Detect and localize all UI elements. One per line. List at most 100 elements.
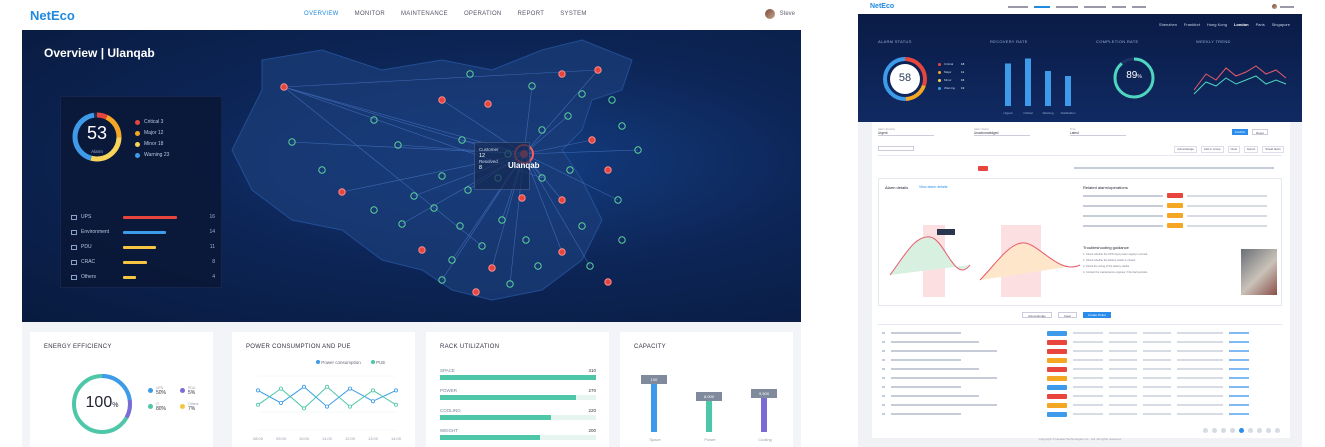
site-node-normal[interactable]	[618, 122, 626, 130]
filter-field[interactable]: Alarm Severity Urgent	[878, 128, 934, 142]
table-row[interactable]	[878, 375, 1282, 381]
site-node-alarm[interactable]	[558, 70, 566, 78]
table-row[interactable]	[878, 348, 1282, 354]
search-input[interactable]	[878, 146, 914, 151]
create-ticket-button[interactable]: Create Ticket	[1083, 312, 1111, 318]
page-button[interactable]	[1266, 428, 1271, 433]
capacity-column[interactable]: 9,500 Cooling	[750, 362, 780, 444]
table-row[interactable]	[878, 339, 1282, 345]
category-row[interactable]: Others 4	[71, 273, 215, 281]
avatar[interactable]	[1272, 4, 1277, 9]
row-actions[interactable]	[1229, 386, 1249, 388]
app-logo[interactable]: NetEco	[870, 3, 894, 10]
capacity-column[interactable]: 100 Space	[640, 362, 670, 444]
site-node-normal[interactable]	[618, 236, 626, 244]
site-node-alarm[interactable]	[280, 83, 288, 91]
site-node-alarm[interactable]	[484, 100, 492, 108]
capacity-column[interactable]: 8,000 Power	[695, 362, 725, 444]
tab-frankfurt[interactable]: Frankfurt	[1184, 22, 1200, 27]
tab-singapore[interactable]: Singapore	[1272, 22, 1290, 27]
toolbar-button-add-to-group[interactable]: Add to Group	[1200, 146, 1224, 153]
toolbar-button-acknowledge[interactable]: Acknowledge	[1174, 146, 1197, 153]
tab-london[interactable]: London	[1234, 22, 1249, 27]
row-actions[interactable]	[1229, 341, 1249, 343]
filter-value[interactable]: Latest	[1070, 131, 1126, 136]
related-row[interactable]	[1083, 223, 1277, 228]
related-row[interactable]	[1083, 213, 1277, 218]
table-row[interactable]	[878, 411, 1282, 417]
nav-item-report[interactable]: REPORT	[518, 11, 545, 17]
site-node-alarm[interactable]	[558, 248, 566, 256]
category-row[interactable]: Environment 14	[71, 228, 215, 236]
site-node-alarm[interactable]	[588, 136, 596, 144]
nav-item[interactable]	[1056, 6, 1078, 8]
row-actions[interactable]	[1229, 332, 1249, 334]
table-row[interactable]	[878, 366, 1282, 372]
page-button[interactable]	[1257, 428, 1262, 433]
table-row[interactable]	[878, 164, 1282, 172]
row-actions[interactable]	[1229, 404, 1249, 406]
tab-shenzhen[interactable]: Shenzhen	[1159, 22, 1177, 27]
site-node-alarm[interactable]	[604, 278, 612, 286]
site-node-alarm[interactable]	[604, 166, 612, 174]
clear-button[interactable]: Clear	[1057, 312, 1078, 318]
view-details-link[interactable]: View alarm details	[919, 185, 947, 189]
nav-item[interactable]	[1008, 6, 1028, 8]
site-node-alarm[interactable]	[488, 264, 496, 272]
site-node-normal[interactable]	[608, 96, 616, 104]
toolbar-button-export[interactable]: Export	[1244, 146, 1259, 153]
filter-field[interactable]: Alarm Status Unacknowledged	[974, 128, 1030, 142]
table-row[interactable]	[878, 357, 1282, 363]
reset-button[interactable]: Reset	[1252, 129, 1268, 135]
table-row[interactable]	[878, 330, 1282, 336]
page-button[interactable]	[1230, 428, 1235, 433]
page-button[interactable]	[1275, 428, 1280, 433]
site-node-alarm[interactable]	[338, 188, 346, 196]
category-row[interactable]: PDU 11	[71, 243, 215, 251]
related-row[interactable]	[1083, 203, 1277, 208]
nav-item-active[interactable]	[1034, 6, 1050, 8]
user-menu[interactable]: Steve	[764, 9, 795, 19]
table-row[interactable]	[878, 393, 1282, 399]
filter-field[interactable]: Time Latest	[1070, 128, 1126, 142]
page-button[interactable]	[1221, 428, 1226, 433]
nav-item[interactable]	[1084, 6, 1106, 8]
confirm-button[interactable]: Confirm	[1232, 129, 1248, 135]
tab-hong-kong[interactable]: Hong Kong	[1207, 22, 1227, 27]
nav-item-operation[interactable]: OPERATION	[464, 11, 502, 17]
related-row[interactable]	[1083, 193, 1277, 198]
table-row[interactable]	[878, 402, 1282, 408]
filter-value[interactable]: Unacknowledged	[974, 131, 1030, 136]
app-logo[interactable]: NetEco	[30, 8, 75, 23]
category-row[interactable]: UPS 16	[71, 213, 215, 221]
nav-item-maintenance[interactable]: MAINTENANCE	[401, 11, 448, 17]
acknowledge-button[interactable]: Acknowledge	[1022, 312, 1052, 318]
site-node-alarm[interactable]	[518, 194, 526, 202]
site-node-alarm[interactable]	[418, 246, 426, 254]
nav-item-system[interactable]: SYSTEM	[560, 11, 586, 17]
page-button[interactable]	[1203, 428, 1208, 433]
row-actions[interactable]	[1229, 359, 1249, 361]
row-actions[interactable]	[1229, 368, 1249, 370]
page-button[interactable]	[1212, 428, 1217, 433]
row-actions[interactable]	[1229, 377, 1249, 379]
category-row[interactable]: CRAC 8	[71, 258, 215, 266]
site-node-alarm[interactable]	[558, 196, 566, 204]
tab-paris[interactable]: Paris	[1256, 22, 1265, 27]
page-button-active[interactable]	[1239, 428, 1244, 433]
user-name[interactable]: Steve	[780, 11, 795, 17]
toolbar-button-shield-alarm[interactable]: Shield Alarm	[1262, 146, 1284, 153]
row-actions[interactable]	[1229, 395, 1249, 397]
row-actions[interactable]	[1229, 413, 1249, 415]
site-node-alarm[interactable]	[594, 66, 602, 74]
toolbar-button-clear[interactable]: Clear	[1227, 146, 1241, 153]
site-node-alarm[interactable]	[472, 288, 480, 296]
row-actions[interactable]	[1229, 350, 1249, 352]
user-menu[interactable]	[1272, 4, 1294, 9]
nav-item-monitor[interactable]: MONITOR	[355, 11, 385, 17]
site-node-alarm[interactable]	[438, 96, 446, 104]
page-button[interactable]	[1248, 428, 1253, 433]
nav-item[interactable]	[1112, 6, 1126, 8]
nav-item[interactable]	[1132, 6, 1146, 8]
avatar[interactable]	[764, 9, 775, 19]
